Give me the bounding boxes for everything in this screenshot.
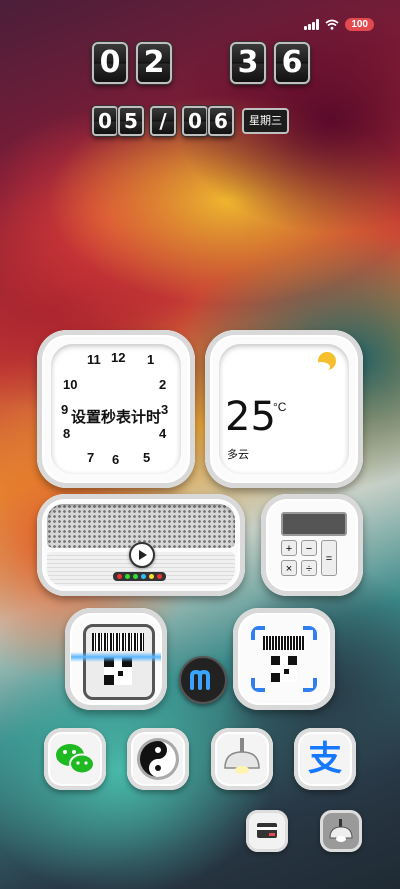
clock-number: 5 [143, 450, 151, 465]
clock-number: 10 [63, 377, 78, 392]
clock-number: 1 [147, 352, 155, 367]
temperature-unit: °C [273, 400, 287, 414]
clock-number: 7 [87, 450, 95, 465]
date-month-tens: 0 [92, 106, 118, 136]
clock-number: 11 [87, 352, 101, 367]
calculator-widget[interactable]: + − = × ÷ [261, 494, 363, 596]
stopwatch-label: 设置秒表计时 [71, 406, 161, 427]
barcode-icon [263, 636, 305, 650]
m-logo-icon [190, 669, 210, 690]
status-bar: 100 [304, 18, 374, 31]
m-app-icon[interactable] [179, 656, 227, 704]
taiji-app-icon[interactable] [127, 728, 189, 790]
clock-hour-tens: 0 [92, 42, 128, 84]
lamp-icon [224, 738, 260, 774]
calculator-display [281, 512, 347, 536]
alipay-app-icon[interactable]: 支 [294, 728, 356, 790]
calc-key[interactable]: + [281, 540, 297, 556]
wechat-app-icon[interactable] [44, 728, 106, 790]
calc-key[interactable]: ÷ [301, 560, 317, 576]
calculator-keypad: + − = × ÷ [281, 540, 337, 576]
clock-number: 8 [63, 426, 71, 441]
lamp-app-icon[interactable] [211, 728, 273, 790]
scan-corners-icon [251, 626, 317, 692]
weekday-label: 星期三 [242, 108, 289, 134]
lamp-small-app-icon[interactable] [320, 810, 362, 852]
wifi-icon [325, 19, 339, 30]
calc-key[interactable]: × [281, 560, 297, 576]
play-button[interactable] [129, 542, 155, 568]
clock-number: 2 [159, 377, 167, 392]
partly-cloudy-icon [312, 352, 336, 372]
clock-number: 4 [159, 426, 167, 441]
music-widget[interactable] [37, 494, 245, 596]
equalizer-lights [113, 572, 166, 581]
date-day-ones: 6 [208, 106, 234, 136]
clock-number: 6 [112, 452, 120, 467]
barcode-icon [92, 633, 144, 651]
weather-condition: 多云 [227, 449, 249, 461]
scanner-widget[interactable] [65, 608, 167, 710]
clock-number: 3 [161, 402, 169, 417]
scanner-frame [83, 624, 155, 700]
alipay-icon: 支 [308, 740, 342, 778]
clock-hour-ones: 2 [136, 42, 172, 84]
weather-panel: 25 °C 多云 [219, 344, 349, 474]
play-icon [139, 550, 147, 560]
calc-key[interactable]: − [301, 540, 317, 556]
clock-minute-ones: 6 [274, 42, 310, 84]
clock-widget[interactable]: 11 12 1 10 2 9 3 4 8 7 6 5 设置秒表计时 [37, 330, 195, 488]
yin-yang-icon [137, 738, 179, 780]
wallet-app-icon[interactable] [246, 810, 288, 852]
battery-badge: 100 [345, 18, 374, 31]
clock-minute-tens: 3 [230, 42, 266, 84]
date-month-ones: 5 [118, 106, 144, 136]
lamp-icon [329, 819, 353, 842]
clock-number: 12 [111, 350, 126, 365]
wechat-icon [56, 744, 95, 775]
qr-scan-widget[interactable] [233, 608, 335, 710]
date-day-tens: 0 [182, 106, 208, 136]
qr-code-icon [271, 656, 297, 682]
clock-number: 9 [61, 402, 69, 417]
clock-face: 11 12 1 10 2 9 3 4 8 7 6 5 设置秒表计时 [51, 344, 181, 474]
calc-key[interactable]: = [321, 540, 337, 576]
signal-icon [304, 19, 320, 30]
date-separator: / [150, 106, 176, 136]
card-icon [257, 823, 277, 838]
scan-line [71, 652, 161, 662]
temperature: 25 [225, 394, 276, 440]
weather-widget[interactable]: 25 °C 多云 [205, 330, 363, 488]
